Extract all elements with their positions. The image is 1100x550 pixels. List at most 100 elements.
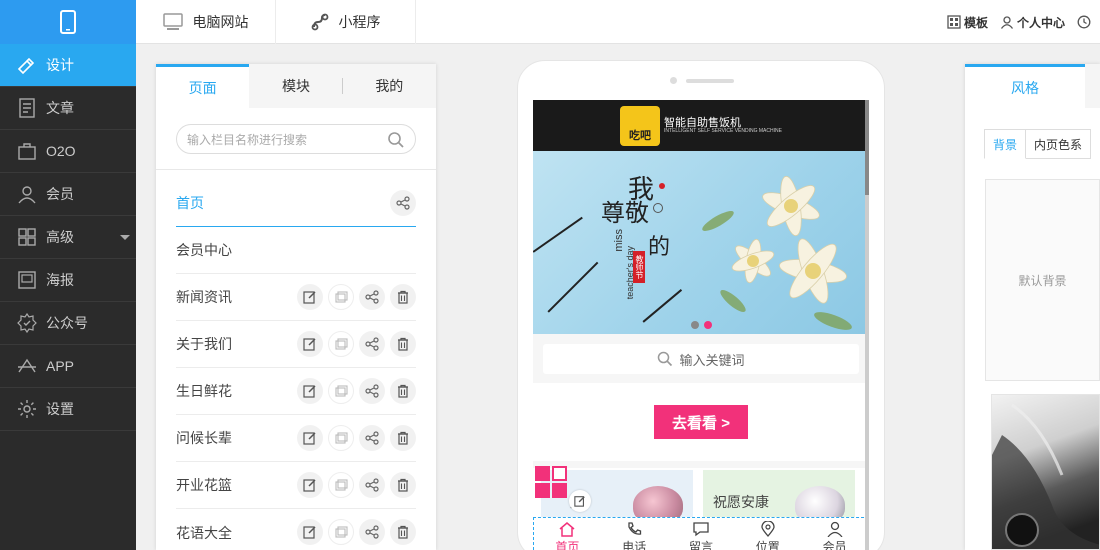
sidebar-item-design[interactable]: 设计 xyxy=(0,44,136,87)
delete-button[interactable] xyxy=(390,425,416,451)
share-button[interactable] xyxy=(390,190,416,216)
slider-dot-active[interactable] xyxy=(704,321,712,329)
share-icon xyxy=(365,478,379,492)
page-search-placeholder: 输入栏目名称进行搜索 xyxy=(187,132,308,147)
page-name: 首页 xyxy=(176,195,204,211)
tab-pages[interactable]: 页面 xyxy=(156,64,250,108)
module-edit-button[interactable] xyxy=(569,490,591,512)
scrollbar-thumb[interactable] xyxy=(865,100,869,195)
pages-panel-tabs: 页面 模块 我的 xyxy=(156,64,436,108)
page-row-flower-language[interactable]: 花语大全 xyxy=(176,509,416,550)
slider-dot[interactable] xyxy=(691,321,699,329)
site-search-input[interactable]: 输入关键词 xyxy=(543,344,859,374)
page-row-news[interactable]: 新闻资讯 xyxy=(176,274,416,321)
member-icon xyxy=(16,183,38,205)
share-button[interactable] xyxy=(359,284,385,310)
edit-icon xyxy=(303,432,316,445)
site-header[interactable]: 吃吧 智能自助售饭机 INTELLIGENT SELF SERVICE VEND… xyxy=(533,100,869,151)
tabbar-location[interactable]: 位置 xyxy=(734,518,801,550)
banner-flowers-image xyxy=(702,176,852,330)
share-button[interactable] xyxy=(359,425,385,451)
mobile-logo-button[interactable] xyxy=(0,0,136,44)
message-icon xyxy=(693,522,709,537)
share-button[interactable] xyxy=(359,472,385,498)
sidebar-item-label: O2O xyxy=(46,143,76,159)
sidebar-item-member[interactable]: 会员 xyxy=(0,173,136,216)
page-row-home[interactable]: 首页 xyxy=(176,180,416,227)
sidebar-item-advanced[interactable]: 高级 xyxy=(0,216,136,259)
tab-pc-website[interactable]: 电脑网站 xyxy=(136,0,276,44)
sidebar-item-settings[interactable]: 设置 xyxy=(0,388,136,431)
chevron-down-icon xyxy=(120,235,130,240)
row-actions xyxy=(292,284,416,310)
account-center-button[interactable]: 个人中心 xyxy=(1000,14,1065,31)
copy-icon xyxy=(335,291,348,303)
page-row-opening-basket[interactable]: 开业花篮 xyxy=(176,462,416,509)
copy-button[interactable] xyxy=(328,519,354,545)
delete-button[interactable] xyxy=(390,519,416,545)
page-row-about[interactable]: 关于我们 xyxy=(176,321,416,368)
delete-button[interactable] xyxy=(390,472,416,498)
page-row-greet-elders[interactable]: 问候长辈 xyxy=(176,415,416,462)
delete-button[interactable] xyxy=(390,284,416,310)
sidebar-item-o2o[interactable]: O2O xyxy=(0,130,136,173)
subtab-inner-color[interactable]: 内页色系 xyxy=(1026,129,1092,159)
brand-name-label: 智能自助售饭机 xyxy=(664,116,742,129)
delete-button[interactable] xyxy=(390,331,416,357)
share-button[interactable] xyxy=(359,378,385,404)
edit-button[interactable] xyxy=(297,331,323,357)
edit-button[interactable] xyxy=(297,378,323,404)
default-background-option[interactable]: 默认背景 xyxy=(985,179,1100,381)
edit-button[interactable] xyxy=(297,284,323,310)
trash-icon xyxy=(398,525,408,539)
copy-button[interactable] xyxy=(328,472,354,498)
history-button[interactable] xyxy=(1077,15,1094,29)
sidebar-item-official-account[interactable]: 公众号 xyxy=(0,302,136,345)
copy-button[interactable] xyxy=(328,378,354,404)
page-search-input[interactable]: 输入栏目名称进行搜索 xyxy=(176,124,416,154)
search-icon[interactable] xyxy=(387,131,405,149)
tabbar-message[interactable]: 留言 xyxy=(668,518,735,550)
tab-mini-program[interactable]: 小程序 xyxy=(276,0,416,44)
go-see-button[interactable]: 去看看 > xyxy=(654,405,748,439)
share-button[interactable] xyxy=(359,519,385,545)
sidebar-item-poster[interactable]: 海报 xyxy=(0,259,136,302)
subtab-background[interactable]: 背景 xyxy=(984,129,1027,159)
module-handle[interactable] xyxy=(535,466,569,500)
delete-button[interactable] xyxy=(390,378,416,404)
brand-tagline: INTELLIGENT SELF SERVICE VENDING MACHINE xyxy=(664,127,782,134)
copy-button[interactable] xyxy=(328,425,354,451)
page-row-member-center[interactable]: 会员中心 xyxy=(176,227,416,274)
tabbar-phone[interactable]: 电话 xyxy=(601,518,668,550)
tabbar-member[interactable]: 会员 xyxy=(801,518,868,550)
o2o-icon xyxy=(16,140,38,162)
share-button[interactable] xyxy=(359,331,385,357)
advanced-icon xyxy=(16,226,38,248)
tab-style[interactable]: 风格 xyxy=(965,64,1085,108)
cta-section: 去看看 > xyxy=(533,383,869,461)
edit-button[interactable] xyxy=(297,519,323,545)
copy-icon xyxy=(335,479,348,491)
preview-scrollbar[interactable] xyxy=(865,100,869,550)
background-option-photo[interactable] xyxy=(991,394,1100,550)
template-button[interactable]: 模板 xyxy=(947,14,988,31)
page-list: 首页 会员中心 新闻资讯 关于我们 生日鲜花 问候长辈 开业花篮 花语大全 xyxy=(156,180,436,550)
share-icon xyxy=(365,337,379,351)
copy-button[interactable] xyxy=(328,331,354,357)
sidebar-item-label: 高级 xyxy=(46,229,74,245)
sidebar-item-app[interactable]: APP xyxy=(0,345,136,388)
page-row-birthday-flowers[interactable]: 生日鲜花 xyxy=(176,368,416,415)
edit-button[interactable] xyxy=(297,472,323,498)
row-actions xyxy=(292,472,416,498)
tab-modules[interactable]: 模块 xyxy=(249,64,343,108)
copy-button[interactable] xyxy=(328,284,354,310)
edit-icon xyxy=(303,479,316,492)
tabbar-home[interactable]: 首页 xyxy=(534,518,601,550)
edit-button[interactable] xyxy=(297,425,323,451)
trash-icon xyxy=(398,337,408,351)
module-handle-square xyxy=(552,483,567,498)
article-icon xyxy=(16,97,38,119)
tab-mine[interactable]: 我的 xyxy=(343,64,436,108)
banner-slider[interactable]: 我 尊敬 的 miss teacher's day 教师节 xyxy=(533,151,869,334)
sidebar-item-article[interactable]: 文章 xyxy=(0,87,136,130)
